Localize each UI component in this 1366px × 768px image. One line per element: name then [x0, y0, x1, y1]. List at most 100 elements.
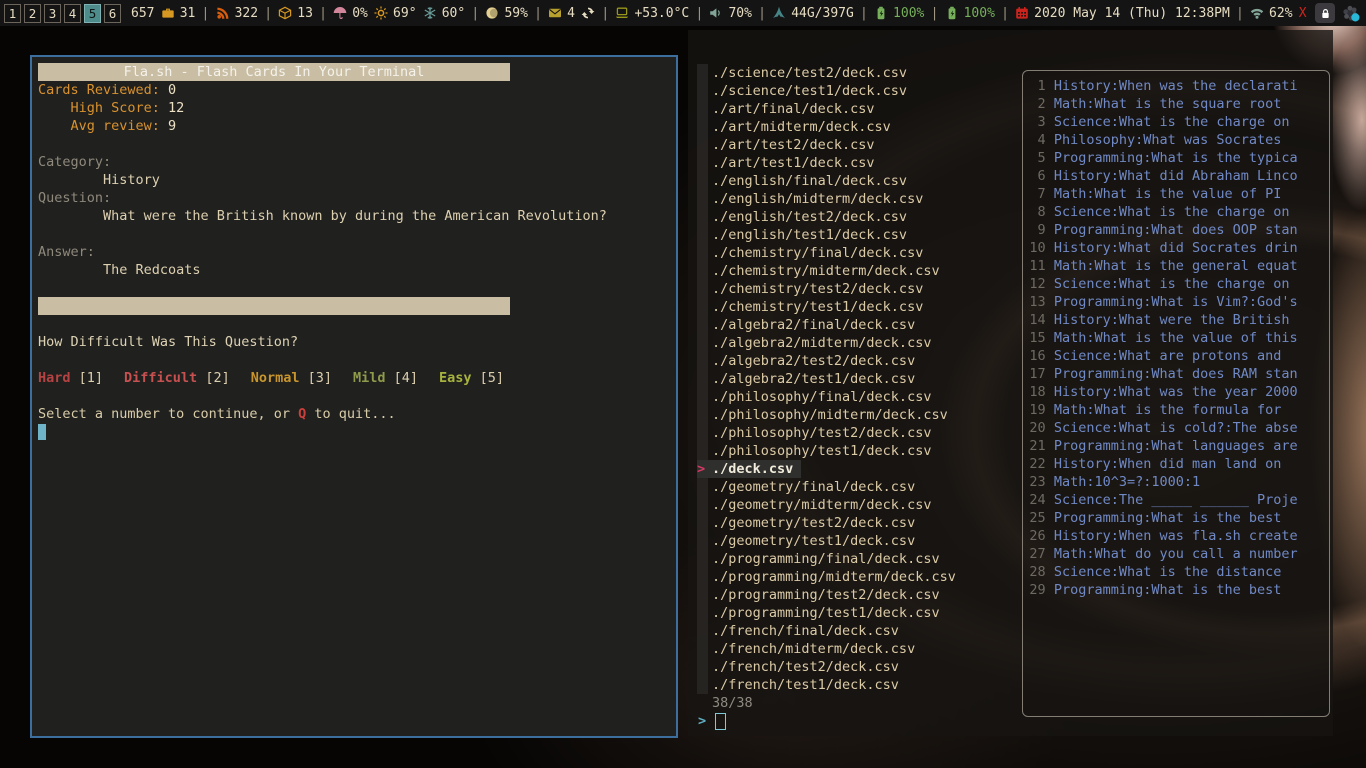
status-segment-news-feed[interactable]: 322 [216, 6, 258, 21]
workspace-3[interactable]: 3 [44, 4, 61, 23]
segment-separator: | [695, 6, 703, 21]
preview-line-number: 12 [1027, 275, 1046, 293]
sun-icon [374, 6, 388, 20]
workspace-5[interactable]: 5 [84, 4, 101, 23]
workspace-6[interactable]: 6 [104, 4, 121, 23]
fzf-file-path: ./science/test1/deck.csv [712, 82, 907, 100]
fzf-pointer [697, 406, 712, 424]
laptop-icon [615, 6, 629, 20]
fzf-pointer [697, 478, 712, 496]
segment-separator: | [1001, 6, 1009, 21]
fzf-pointer [697, 154, 712, 172]
gear-tray-icon[interactable] [1342, 4, 1360, 22]
fzf-file-path: ./algebra2/final/deck.csv [712, 316, 915, 334]
difficulty-option-mild[interactable]: Mild[4] [353, 369, 418, 387]
fzf-pointer [697, 82, 712, 100]
preview-line-text: History:What did Socrates drin [1054, 240, 1298, 256]
preview-line: 3Science:What is the charge on [1027, 113, 1329, 131]
keyring-tray-icon[interactable] [1315, 3, 1335, 23]
status-segment-temp-low[interactable]: 60° [423, 6, 465, 21]
system-tray [1315, 3, 1360, 23]
preview-line-text: Programming:What is the typica [1054, 150, 1298, 166]
fzf-file-path: ./geometry/test1/deck.csv [712, 532, 915, 550]
fzf-file-path: ./french/final/deck.csv [712, 622, 899, 640]
fzf-file-path: ./art/final/deck.csv [712, 100, 875, 118]
difficulty-label: Easy [439, 370, 472, 386]
status-segment-sync[interactable] [581, 6, 595, 20]
status-segment-volume[interactable]: 70% [709, 6, 751, 21]
fzf-file-path: ./programming/test1/deck.csv [712, 604, 940, 622]
status-segment-datetime[interactable]: 2020 May 14 (Thu) 12:38PM [1015, 6, 1230, 21]
status-segment-wifi[interactable]: 62% [1250, 6, 1292, 21]
difficulty-options: Hard[1] Difficult[2] Normal[3] Mild[4] Easy [… [38, 369, 676, 387]
difficulty-label: Normal [251, 370, 300, 386]
preview-line: 8Science:What is the charge on [1027, 203, 1329, 221]
fzf-prompt-line[interactable]: > [698, 712, 726, 730]
answer-value: The Redcoats [38, 261, 676, 279]
preview-line-number: 18 [1027, 383, 1046, 401]
fzf-pointer [697, 622, 712, 640]
difficulty-option-easy[interactable]: Easy [5] [439, 369, 504, 387]
preview-line: 6History:What did Abraham Linco [1027, 167, 1329, 185]
status-segment-cpu-temp[interactable]: +53.0°C [615, 6, 689, 21]
fzf-file-path: ./deck.csv [712, 460, 801, 478]
preview-line-number: 26 [1027, 527, 1046, 545]
workspace-switcher: 123456 [4, 4, 121, 23]
flash-terminal-window[interactable]: Fla.sh - Flash Cards In Your Terminal Ca… [30, 55, 678, 738]
difficulty-key: [5] [480, 370, 504, 386]
flash-app-title: Fla.sh - Flash Cards In Your Terminal [38, 63, 510, 81]
preview-line-number: 7 [1027, 185, 1046, 203]
difficulty-option-hard[interactable]: Hard[1] [38, 369, 103, 387]
segment-separator: | [1236, 6, 1244, 21]
preview-line-text: Programming:What is the best [1054, 582, 1282, 598]
status-segment-tasks[interactable]: 31 [161, 6, 196, 21]
segment-text: 60° [442, 6, 465, 21]
segment-separator: | [319, 6, 327, 21]
fzf-file-path: ./chemistry/test1/deck.csv [712, 298, 923, 316]
fzf-terminal-window[interactable]: ./science/test2/deck.csv ./science/test1… [688, 30, 1333, 736]
status-segment-indicator-x[interactable]: X [1299, 6, 1307, 21]
category-value: History [38, 171, 676, 189]
status-segment-counter-657[interactable]: 657 [131, 6, 154, 21]
preview-line-text: Programming:What is Vim?:God's [1054, 294, 1298, 310]
segment-text: 59% [504, 6, 527, 21]
fzf-pointer [697, 532, 712, 550]
fzf-pointer [697, 226, 712, 244]
segment-text: 100% [893, 6, 924, 21]
status-segment-mail[interactable]: 4 [548, 6, 575, 21]
status-segment-battery-1[interactable]: 100% [874, 6, 924, 21]
difficulty-option-difficult[interactable]: Difficult[2] [124, 369, 230, 387]
fzf-file-path: ./philosophy/final/deck.csv [712, 388, 931, 406]
status-segment-moon-phase[interactable]: 59% [485, 6, 527, 21]
arch-icon [772, 6, 786, 20]
calendar-icon [1015, 6, 1029, 20]
status-segment-disk-usage[interactable]: 44G/397G [772, 6, 854, 21]
refresh-icon [581, 6, 595, 20]
preview-line-text: History:When was fla.sh create [1054, 528, 1298, 544]
status-segment-battery-2[interactable]: 100% [945, 6, 995, 21]
fzf-pointer [697, 424, 712, 442]
workspace-2[interactable]: 2 [24, 4, 41, 23]
segment-text: 69° [393, 6, 416, 21]
stat-row: Cards Reviewed:0 [38, 81, 676, 99]
status-segment-rain-chance[interactable]: 0% [333, 6, 368, 21]
fzf-pointer [697, 172, 712, 190]
difficulty-option-normal[interactable]: Normal[3] [251, 369, 332, 387]
fzf-file-path: ./french/midterm/deck.csv [712, 640, 915, 658]
fzf-file-path: ./french/test2/deck.csv [712, 658, 899, 676]
workspace-4[interactable]: 4 [64, 4, 81, 23]
preview-line: 10History:What did Socrates drin [1027, 239, 1329, 257]
preview-line: 2Math:What is the square root [1027, 95, 1329, 113]
status-segment-packages[interactable]: 13 [278, 6, 313, 21]
preview-line-number: 15 [1027, 329, 1046, 347]
fzf-pointer [697, 316, 712, 334]
desktop: 123456 65731|322|13|0%69°60°|59%|4|+53.0… [0, 0, 1366, 768]
workspace-1[interactable]: 1 [4, 4, 21, 23]
preview-line-text: Science:What is the charge on [1054, 276, 1290, 292]
preview-line: 28Science:What is the distance [1027, 563, 1329, 581]
footer-text: Select a number to continue, or [38, 406, 298, 422]
footer-line: Select a number to continue, or Q to qui… [38, 405, 676, 423]
segment-separator: | [860, 6, 868, 21]
preview-line-number: 3 [1027, 113, 1046, 131]
status-segment-temp-high[interactable]: 69° [374, 6, 416, 21]
